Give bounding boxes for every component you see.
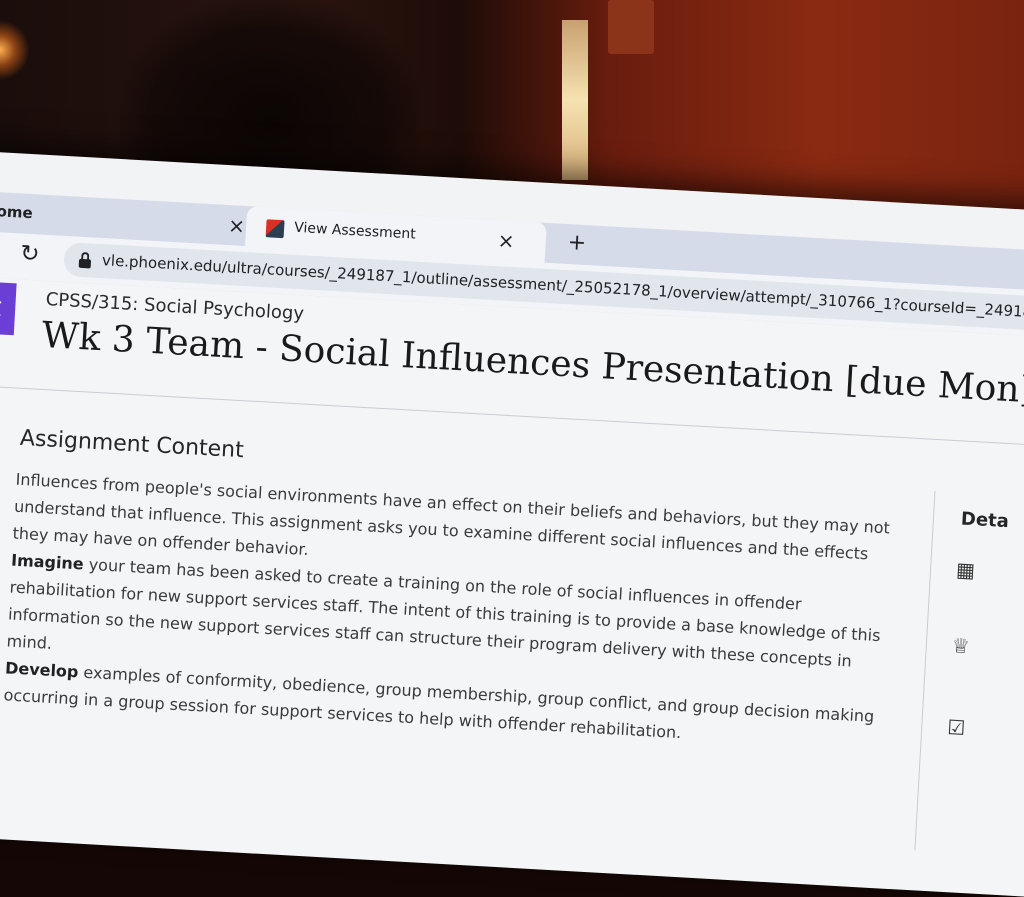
checkbox-icon: ☑	[946, 715, 966, 740]
assessment-page: × CPSS/315: Social Psychology Wk 3 Team …	[0, 275, 1024, 897]
close-icon[interactable]: ×	[0, 280, 17, 336]
lock-icon[interactable]	[78, 251, 93, 269]
lamp-glow	[0, 20, 30, 80]
emphasis-imagine: Imagine	[10, 550, 85, 574]
tab-title: View Assessment	[293, 219, 417, 243]
door-light	[562, 20, 588, 180]
section-heading: Assignment Content	[19, 425, 245, 464]
side-divider	[914, 490, 936, 851]
close-tab-icon[interactable]: ×	[497, 228, 515, 253]
trophy-icon: ♕	[951, 633, 971, 659]
reload-icon[interactable]: ↻	[20, 241, 41, 268]
new-tab-icon[interactable]: +	[567, 230, 587, 256]
details-heading: Deta	[960, 508, 1010, 533]
laptop-screen: ome × View Assessment × + ‹ ↻ vle.phoeni…	[0, 150, 1024, 897]
close-tab-icon[interactable]: ×	[228, 213, 246, 238]
favicon-icon	[265, 219, 285, 239]
emphasis-develop: Develop	[4, 658, 79, 682]
tab-previous[interactable]: ome	[0, 202, 33, 222]
wall-switch	[608, 0, 654, 54]
calendar-icon: ▦	[955, 557, 976, 583]
assignment-content: Influences from people's social environm…	[3, 466, 895, 758]
